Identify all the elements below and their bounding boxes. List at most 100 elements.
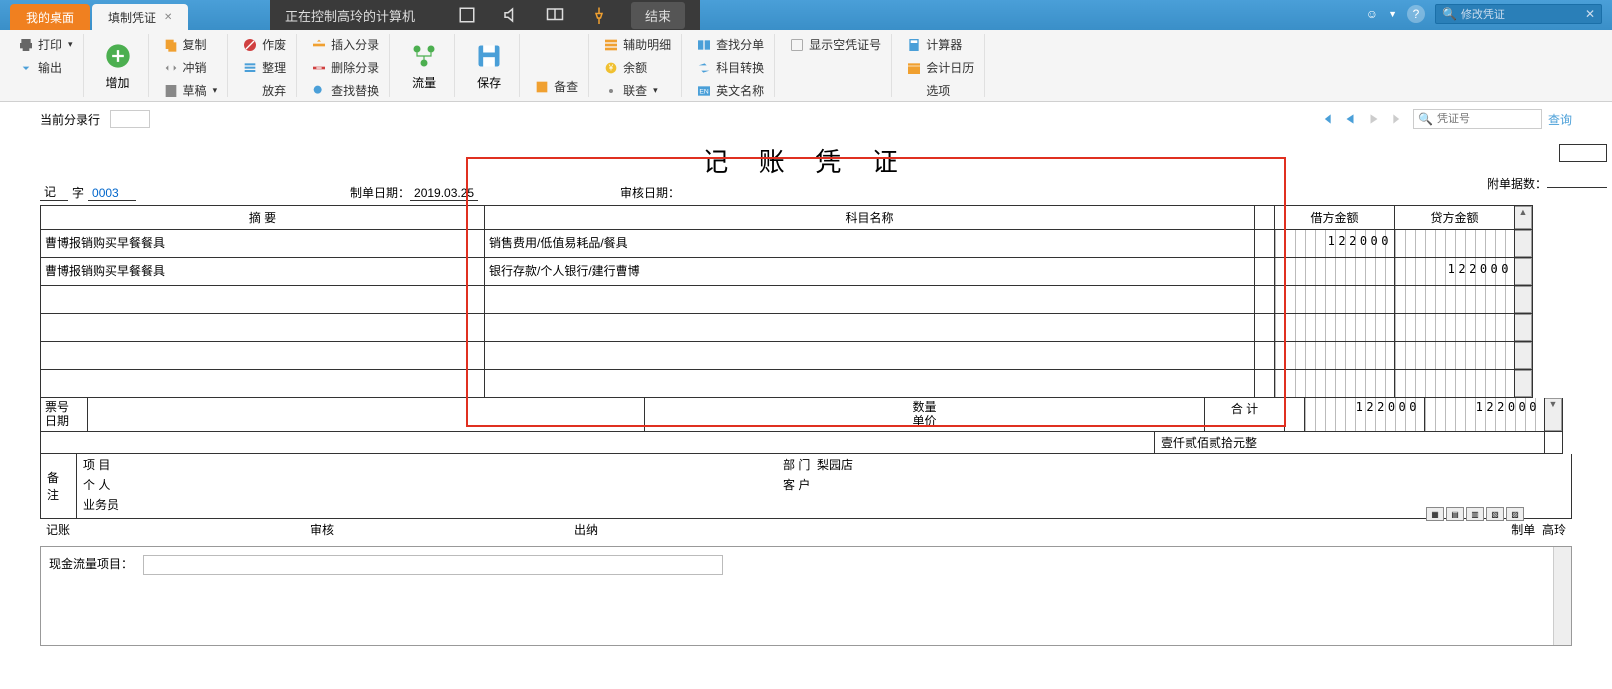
smile-icon[interactable]: ☺ — [1366, 7, 1378, 21]
save-button[interactable]: 保存 — [465, 34, 513, 95]
account-cell[interactable]: 银行存款/个人银行/建行曹博 — [485, 258, 1255, 286]
account-convert-button[interactable]: 科目转换 — [692, 57, 768, 78]
mini-btn-2[interactable]: ▤ — [1446, 507, 1464, 521]
tab-voucher[interactable]: 填制凭证✕ — [92, 4, 188, 30]
credit-cell[interactable] — [1395, 286, 1515, 314]
ribbon-toolbar: 打印▾ 输出 增加 复制 冲销 草稿▾ 作废 整理 放弃 插入分录 删除分录 查… — [0, 30, 1612, 102]
tab-desktop[interactable]: 我的桌面 — [10, 4, 90, 30]
summary-cell[interactable] — [40, 286, 485, 314]
debit-cell[interactable] — [1275, 370, 1395, 398]
void-label: 作废 — [262, 36, 286, 53]
pin-icon[interactable] — [587, 3, 611, 27]
offset-button[interactable]: 冲销 — [159, 57, 222, 78]
credit-cell[interactable] — [1395, 314, 1515, 342]
fullscreen-icon[interactable] — [455, 3, 479, 27]
nav-prev-button[interactable] — [1341, 110, 1359, 128]
export-button[interactable]: 输出 — [14, 57, 77, 78]
delete-row-button[interactable]: 删除分录 — [307, 57, 383, 78]
tab-desktop-label: 我的桌面 — [26, 9, 74, 26]
english-name-button[interactable]: EN英文名称 — [692, 80, 768, 101]
account-cell[interactable] — [485, 342, 1255, 370]
help-icon[interactable]: ? — [1407, 5, 1425, 23]
ticket-value[interactable] — [88, 398, 645, 432]
abandon-button[interactable]: 放弃 — [238, 80, 290, 101]
remark-customer-label: 客 户 — [783, 478, 810, 492]
debit-cell[interactable] — [1275, 342, 1395, 370]
link-query-button[interactable]: 联查▾ — [599, 80, 675, 101]
account-cell[interactable] — [485, 370, 1255, 398]
account-cell[interactable] — [485, 286, 1255, 314]
find-replace-button[interactable]: 查找替换 — [307, 80, 383, 101]
debit-cell[interactable] — [1275, 286, 1395, 314]
clear-search-icon[interactable]: ✕ — [1585, 7, 1595, 21]
cashflow-input[interactable] — [143, 555, 723, 575]
remark-sales-label: 业务员 — [83, 498, 119, 512]
summary-cell[interactable] — [40, 370, 485, 398]
flow-label: 流量 — [412, 74, 436, 91]
mini-btn-5[interactable]: ▨ — [1506, 507, 1524, 521]
cashflow-scrollbar[interactable] — [1553, 547, 1571, 645]
find-split-button[interactable]: 查找分单 — [692, 34, 768, 55]
account-cell[interactable]: 销售费用/低值易耗品/餐具 — [485, 230, 1255, 258]
mini-btn-4[interactable]: ▧ — [1486, 507, 1504, 521]
options-button[interactable]: 选项 — [902, 80, 978, 101]
add-button[interactable]: 增加 — [94, 34, 142, 95]
account-cell[interactable] — [485, 314, 1255, 342]
balance-button[interactable]: ¥余额 — [599, 57, 675, 78]
make-date-value[interactable]: 2019.03.25 — [410, 186, 478, 201]
summary-cell[interactable] — [40, 342, 485, 370]
debit-cell[interactable] — [1275, 314, 1395, 342]
top-search-box[interactable]: 🔍 ✕ — [1435, 4, 1602, 24]
scroll-up-icon[interactable]: ▲ — [1515, 207, 1531, 221]
draft-button[interactable]: 草稿▾ — [159, 80, 222, 101]
sound-icon[interactable] — [499, 3, 523, 27]
mini-btn-3[interactable]: ▥ — [1466, 507, 1484, 521]
voucher-number[interactable]: 0003 — [88, 186, 136, 201]
credit-cell[interactable]: 122000 — [1395, 258, 1515, 286]
end-remote-button[interactable]: 结束 — [631, 2, 685, 29]
nav-next-button[interactable] — [1365, 110, 1383, 128]
summary-cell[interactable] — [40, 314, 485, 342]
nav-last-button[interactable] — [1389, 110, 1407, 128]
remark-dept-label: 部 门 — [783, 458, 810, 472]
summary-cell[interactable]: 曹博报销购买早餐餐具 — [40, 258, 485, 286]
backup-button[interactable]: 备查 — [530, 76, 582, 97]
screen-icon[interactable] — [543, 3, 567, 27]
voucher-number-search[interactable]: 🔍 — [1413, 109, 1542, 129]
mini-btn-1[interactable]: ▦ — [1426, 507, 1444, 521]
nav-first-button[interactable] — [1317, 110, 1335, 128]
current-row-input[interactable] — [110, 110, 150, 128]
debit-cell[interactable] — [1275, 258, 1395, 286]
increment-box[interactable] — [1559, 144, 1607, 162]
add-label: 增加 — [106, 74, 130, 91]
credit-cell[interactable] — [1395, 342, 1515, 370]
print-button[interactable]: 打印▾ — [14, 34, 77, 55]
summary-cell[interactable]: 曹博报销购买早餐餐具 — [40, 230, 485, 258]
copy-button[interactable]: 复制 — [159, 34, 222, 55]
calendar-button[interactable]: 会计日历 — [902, 57, 978, 78]
attach-value[interactable] — [1547, 187, 1607, 188]
close-icon[interactable]: ✕ — [164, 12, 172, 23]
voucher-type[interactable]: 记 — [40, 183, 68, 201]
top-search-input[interactable] — [1461, 8, 1581, 20]
flow-button[interactable]: 流量 — [400, 34, 448, 95]
debit-cell[interactable]: 122000 — [1275, 230, 1395, 258]
delete-row-label: 删除分录 — [331, 59, 379, 76]
dropdown-icon[interactable]: ▼ — [1388, 9, 1397, 19]
account-convert-label: 科目转换 — [716, 59, 764, 76]
insert-row-button[interactable]: 插入分录 — [307, 34, 383, 55]
voucher-number-input[interactable] — [1437, 113, 1537, 125]
sign-make: 制单 — [1511, 523, 1535, 537]
total-narrow — [1285, 398, 1305, 432]
void-button[interactable]: 作废 — [238, 34, 290, 55]
credit-cell[interactable] — [1395, 370, 1515, 398]
calculator-button[interactable]: 计算器 — [902, 34, 978, 55]
scroll-down-icon[interactable]: ▼ — [1545, 399, 1561, 413]
tidy-button[interactable]: 整理 — [238, 57, 290, 78]
show-empty-voucher-button[interactable]: 显示空凭证号 — [785, 34, 885, 55]
query-button[interactable]: 查询 — [1548, 111, 1572, 128]
credit-cell[interactable] — [1395, 230, 1515, 258]
aux-detail-button[interactable]: 辅助明细 — [599, 34, 675, 55]
ticket-label: 票号日期 — [40, 398, 88, 432]
export-label: 输出 — [38, 59, 62, 76]
